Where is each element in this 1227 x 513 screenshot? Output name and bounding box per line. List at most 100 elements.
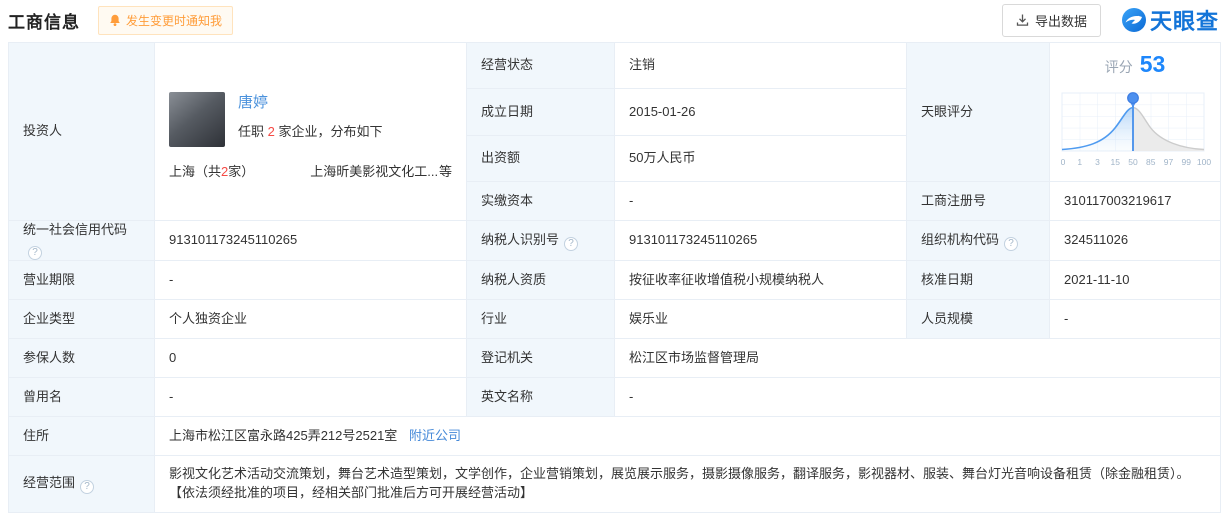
table-row: 曾用名 - 英文名称 - <box>9 378 1221 417</box>
label-registry: 登记机关 <box>467 339 615 378</box>
investor-name-link[interactable]: 唐婷 <box>238 94 268 111</box>
business-info-panel: 工商信息 发生变更时通知我 导出数据 <box>0 0 1227 513</box>
score-cell: 评分 53 <box>1050 43 1221 182</box>
value-credit-code: 913101173245110265 <box>155 221 467 261</box>
help-icon[interactable]: ? <box>564 237 578 251</box>
value-paid-in: - <box>615 182 907 221</box>
label-org-code: 组织机构代码? <box>907 221 1050 261</box>
score-axis-label: 85 <box>1146 157 1156 167</box>
value-address: 上海市松江区富永路425弄212号2521室 附近公司 <box>155 417 1221 456</box>
value-taxpayer-id: 913101173245110265 <box>615 221 907 261</box>
positions-count: 2 <box>268 124 275 139</box>
label-credit-code: 统一社会信用代码? <box>9 221 155 261</box>
value-business-term: - <box>155 261 467 300</box>
label-approval-date: 核准日期 <box>907 261 1050 300</box>
label-business-term: 营业期限 <box>9 261 155 300</box>
label-english-name: 英文名称 <box>467 378 615 417</box>
score-axis-label: 15 <box>1111 157 1121 167</box>
label-status: 经营状态 <box>467 43 615 89</box>
help-icon[interactable]: ? <box>1004 237 1018 251</box>
export-data-button[interactable]: 导出数据 <box>1002 4 1101 37</box>
value-status: 注销 <box>615 43 907 89</box>
section-header: 工商信息 发生变更时通知我 导出数据 <box>8 0 1219 40</box>
positions-suffix: 家企业，分布如下 <box>275 124 383 139</box>
investor-avatar[interactable] <box>169 92 225 147</box>
score-axis-label: 1 <box>1077 157 1082 167</box>
value-company-type: 个人独资企业 <box>155 300 467 339</box>
address-text: 上海市松江区富永路425弄212号2521室 <box>169 428 397 443</box>
value-insured-count: 0 <box>155 339 467 378</box>
value-taxpayer-quality: 按征收率征收增值税小规模纳税人 <box>615 261 907 300</box>
label-capital: 出资额 <box>467 135 615 181</box>
label-address: 住所 <box>9 417 155 456</box>
label-business-scope: 经营范围? <box>9 456 155 513</box>
score-axis-label: 100 <box>1197 157 1211 167</box>
help-icon[interactable]: ? <box>80 480 94 494</box>
table-row: 营业期限 - 纳税人资质 按征收率征收增值税小规模纳税人 核准日期 2021-1… <box>9 261 1221 300</box>
score-axis-label: 99 <box>1182 157 1192 167</box>
score-value: 53 <box>1140 51 1166 77</box>
value-reg-number: 310117003219617 <box>1050 182 1221 221</box>
score-pin-icon <box>1128 93 1139 104</box>
nearby-companies-link[interactable]: 附近公司 <box>409 428 461 443</box>
table-row: 经营范围? 影视文化艺术活动交流策划，舞台艺术造型策划，文学创作，企业营销策划，… <box>9 456 1221 513</box>
help-icon[interactable]: ? <box>28 246 42 260</box>
score-axis-label: 3 <box>1095 157 1100 167</box>
label-investor: 投资人 <box>9 43 155 221</box>
label-company-type: 企业类型 <box>9 300 155 339</box>
business-scope-label-text: 经营范围 <box>23 475 75 490</box>
region-prefix: 上海（共 <box>169 164 221 179</box>
label-reg-number: 工商注册号 <box>907 182 1050 221</box>
score-axis-label: 50 <box>1128 157 1138 167</box>
label-taxpayer-quality: 纳税人资质 <box>467 261 615 300</box>
score-headline: 评分 53 <box>1055 48 1215 81</box>
download-icon <box>1016 13 1029 27</box>
value-industry: 娱乐业 <box>615 300 907 339</box>
export-button-label: 导出数据 <box>1035 11 1087 30</box>
notify-button-label: 发生变更时通知我 <box>126 12 222 29</box>
table-row: 投资人 唐婷 任职 2 家企业，分布如下 上海（共2家） 上海昕美影视文化 <box>9 43 1221 89</box>
brand-name: 天眼查 <box>1150 4 1219 36</box>
value-approval-date: 2021-11-10 <box>1050 261 1221 300</box>
positions-prefix: 任职 <box>238 124 268 139</box>
value-former-name: - <box>155 378 467 417</box>
value-english-name: - <box>615 378 1221 417</box>
value-staff-size: - <box>1050 300 1221 339</box>
table-row: 参保人数 0 登记机关 松江区市场监督管理局 <box>9 339 1221 378</box>
label-taxpayer-id: 纳税人识别号? <box>467 221 615 261</box>
value-business-scope: 影视文化艺术活动交流策划，舞台艺术造型策划，文学创作，企业营销策划，展览展示服务… <box>155 456 1221 513</box>
investor-cell: 唐婷 任职 2 家企业，分布如下 上海（共2家） 上海昕美影视文化工... 等 <box>155 43 467 221</box>
value-org-code: 324511026 <box>1050 221 1221 261</box>
brand-logo[interactable]: 天眼查 <box>1121 4 1219 36</box>
score-axis-label: 97 <box>1164 157 1174 167</box>
score-axis-label: 0 <box>1061 157 1066 167</box>
investor-positions-text: 任职 2 家企业，分布如下 <box>238 123 382 142</box>
score-caption: 评分 <box>1105 59 1133 75</box>
business-info-table: 投资人 唐婷 任职 2 家企业，分布如下 上海（共2家） 上海昕美影视文化 <box>8 42 1221 513</box>
investor-company-link[interactable]: 上海昕美影视文化工... <box>310 163 438 182</box>
label-former-name: 曾用名 <box>9 378 155 417</box>
label-industry: 行业 <box>467 300 615 339</box>
taxpayer-id-label-text: 纳税人识别号 <box>481 232 559 247</box>
investor-etc-text: 等 <box>439 163 452 182</box>
value-established: 2015-01-26 <box>615 89 907 135</box>
notify-on-change-button[interactable]: 发生变更时通知我 <box>98 6 233 35</box>
table-row: 住所 上海市松江区富永路425弄212号2521室 附近公司 <box>9 417 1221 456</box>
brand-logo-icon <box>1121 7 1147 33</box>
table-row: 统一社会信用代码? 913101173245110265 纳税人识别号? 913… <box>9 221 1221 261</box>
org-code-label-text: 组织机构代码 <box>921 232 999 247</box>
score-distribution-chart: 0 1 3 15 50 85 97 99 100 <box>1056 81 1214 175</box>
value-registry: 松江区市场监督管理局 <box>615 339 1221 378</box>
investor-region-tab[interactable]: 上海（共2家） <box>169 163 254 182</box>
page-title: 工商信息 <box>8 8 80 33</box>
label-score: 天眼评分 <box>907 43 1050 182</box>
label-paid-in: 实缴资本 <box>467 182 615 221</box>
bell-icon <box>109 14 121 27</box>
table-row: 企业类型 个人独资企业 行业 娱乐业 人员规模 - <box>9 300 1221 339</box>
region-suffix: 家） <box>228 164 254 179</box>
score-axis: 0 1 3 15 50 85 97 99 100 <box>1061 157 1212 167</box>
label-staff-size: 人员规模 <box>907 300 1050 339</box>
label-established: 成立日期 <box>467 89 615 135</box>
value-capital: 50万人民币 <box>615 135 907 181</box>
label-insured-count: 参保人数 <box>9 339 155 378</box>
